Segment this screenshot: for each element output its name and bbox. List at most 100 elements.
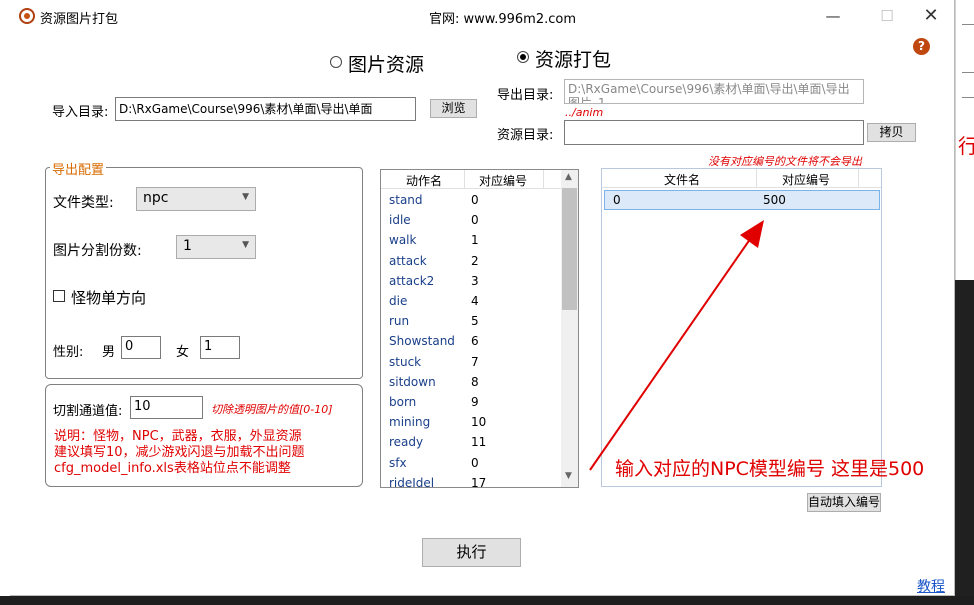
background-dark-area <box>955 280 974 605</box>
export-config-title: 导出配置 <box>50 159 107 178</box>
question-icon[interactable]: ? <box>913 38 930 55</box>
export-dir-input[interactable]: D:\RxGame\Course\996\素材\单面\导出\单面\导出图片_1 <box>564 79 864 104</box>
action-name-cell: attack2 <box>389 273 435 288</box>
list-item[interactable]: stuck 7 <box>381 352 561 372</box>
scroll-thumb[interactable] <box>562 188 577 310</box>
import-dir-input[interactable]: D:\RxGame\Course\996\素材\单面\导出\单面 <box>115 97 416 121</box>
list-item[interactable]: attack2 3 <box>381 271 561 291</box>
file-type-value: npc <box>143 190 169 206</box>
col-file-name[interactable]: 文件名 <box>664 171 700 188</box>
list-item[interactable]: rideIdel 17 <box>381 473 561 488</box>
female-label: 女 <box>176 345 190 360</box>
action-id-cell[interactable]: 6 <box>471 334 479 348</box>
action-name-cell: ready <box>389 435 424 450</box>
action-id-cell[interactable]: 10 <box>471 415 486 429</box>
file-list-header: 文件名 对应编号 <box>602 169 881 188</box>
cut-channel-hint: 切除透明图片的值[0-10] <box>211 403 333 416</box>
list-item[interactable]: sfx 0 <box>381 453 561 473</box>
action-id-cell[interactable]: 0 <box>471 193 479 207</box>
window-title: 资源图片打包 <box>40 12 119 27</box>
action-id-cell[interactable]: 17 <box>471 476 486 487</box>
action-id-cell[interactable]: 8 <box>471 375 479 389</box>
action-name-cell: rideIdel <box>389 475 435 488</box>
tutorial-link[interactable]: 教程 <box>917 576 945 596</box>
action-list-scrollbar[interactable]: ▲ ▼ <box>561 170 578 487</box>
action-id-cell[interactable]: 1 <box>471 233 479 247</box>
app-window: 资源图片打包 官网: www.996m2.com — ☐ ✕ ? 图片资源 资源… <box>10 0 955 596</box>
maximize-icon[interactable]: ☐ <box>872 4 902 28</box>
list-item[interactable]: run 5 <box>381 311 561 331</box>
action-id-cell[interactable]: 7 <box>471 355 479 369</box>
split-count-select[interactable]: 1 ▼ <box>176 235 256 259</box>
note-line: cfg_model_info.xls表格站位点不能调整 <box>54 461 291 476</box>
annotation-arrow-icon <box>589 220 764 471</box>
scroll-up-icon[interactable]: ▲ <box>565 172 572 182</box>
resource-dir-input[interactable] <box>564 120 864 145</box>
list-item[interactable]: Showstand 6 <box>381 331 561 351</box>
auto-fill-button[interactable]: 自动填入编号 <box>807 493 881 512</box>
action-list-header: 动作名 对应编号 <box>381 170 561 189</box>
action-id-cell[interactable]: 5 <box>471 314 479 328</box>
action-id-cell[interactable]: 0 <box>471 213 479 227</box>
action-name-cell: stand <box>389 193 423 207</box>
file-name-cell: 0 <box>613 193 621 207</box>
chevron-down-icon: ▼ <box>242 192 249 202</box>
monster-single-dir-checkbox[interactable] <box>53 290 65 302</box>
action-id-cell[interactable]: 2 <box>471 254 479 268</box>
male-input[interactable]: 0 <box>121 336 161 359</box>
resource-dir-label: 资源目录: <box>497 128 554 143</box>
col-action-id[interactable]: 对应编号 <box>479 172 527 189</box>
action-name-cell: die <box>389 294 408 308</box>
note-line: 说明：怪物，NPC，武器，衣服，外显资源 <box>54 429 302 444</box>
radio-image-resource-label[interactable]: 图片资源 <box>348 50 424 77</box>
background-text: 行 <box>958 134 974 158</box>
table-row[interactable]: 0 500 <box>604 190 880 210</box>
file-id-cell[interactable]: 500 <box>763 193 786 207</box>
action-name-cell: sitdown <box>389 374 436 389</box>
chevron-down-icon: ▼ <box>242 240 249 250</box>
action-name-cell: stuck <box>389 354 422 369</box>
action-id-cell[interactable]: 0 <box>471 456 479 470</box>
note-line: 建议填写10，减少游戏闪退与加载不出问题 <box>54 445 305 460</box>
action-id-cell[interactable]: 4 <box>471 294 479 308</box>
action-id-cell[interactable]: 11 <box>471 435 486 449</box>
scroll-down-icon[interactable]: ▼ <box>565 471 572 481</box>
list-item[interactable]: mining 10 <box>381 412 561 432</box>
list-item[interactable]: born 9 <box>381 392 561 412</box>
radio-resource-pack-label[interactable]: 资源打包 <box>535 45 611 72</box>
list-item[interactable]: idle 0 <box>381 210 561 230</box>
action-name-cell: sfx <box>389 455 407 470</box>
col-action-name[interactable]: 动作名 <box>406 172 442 189</box>
action-id-cell[interactable]: 3 <box>471 274 479 288</box>
file-type-select[interactable]: npc ▼ <box>136 187 256 211</box>
action-id-cell[interactable]: 9 <box>471 395 479 409</box>
female-input[interactable]: 1 <box>200 336 240 359</box>
cut-channel-input[interactable]: 10 <box>130 396 203 419</box>
execute-button[interactable]: 执行 <box>422 538 521 567</box>
export-dir-label: 导出目录: <box>497 88 554 103</box>
monster-single-dir-label[interactable]: 怪物单方向 <box>71 287 146 308</box>
background-divider <box>962 97 974 98</box>
background-divider <box>962 72 974 73</box>
browse-button[interactable]: 浏览 <box>430 99 477 118</box>
col-file-id[interactable]: 对应编号 <box>782 171 830 188</box>
website-text: 官网: www.996m2.com <box>429 12 576 27</box>
close-icon[interactable]: ✕ <box>916 4 946 28</box>
list-item[interactable]: sitdown 8 <box>381 372 561 392</box>
radio-resource-pack[interactable] <box>517 51 529 63</box>
action-list[interactable]: 动作名 对应编号 stand 0 idle 0 walk 1 attack 2 attack2 3… <box>380 169 579 488</box>
list-item[interactable]: die 4 <box>381 291 561 311</box>
copy-button[interactable]: 拷贝 <box>867 123 916 142</box>
file-type-label: 文件类型: <box>53 195 114 211</box>
male-label: 男 <box>102 345 116 360</box>
radio-image-resource[interactable] <box>330 56 342 68</box>
background-divider <box>962 24 974 25</box>
list-item[interactable]: attack 2 <box>381 251 561 271</box>
list-item[interactable]: ready 11 <box>381 432 561 452</box>
list-item[interactable]: walk 1 <box>381 230 561 250</box>
list-item[interactable]: stand 0 <box>381 190 561 210</box>
import-dir-label: 导入目录: <box>52 105 109 120</box>
action-name-cell: mining <box>389 415 431 430</box>
split-count-value: 1 <box>183 238 192 254</box>
minimize-icon[interactable]: — <box>818 4 848 28</box>
